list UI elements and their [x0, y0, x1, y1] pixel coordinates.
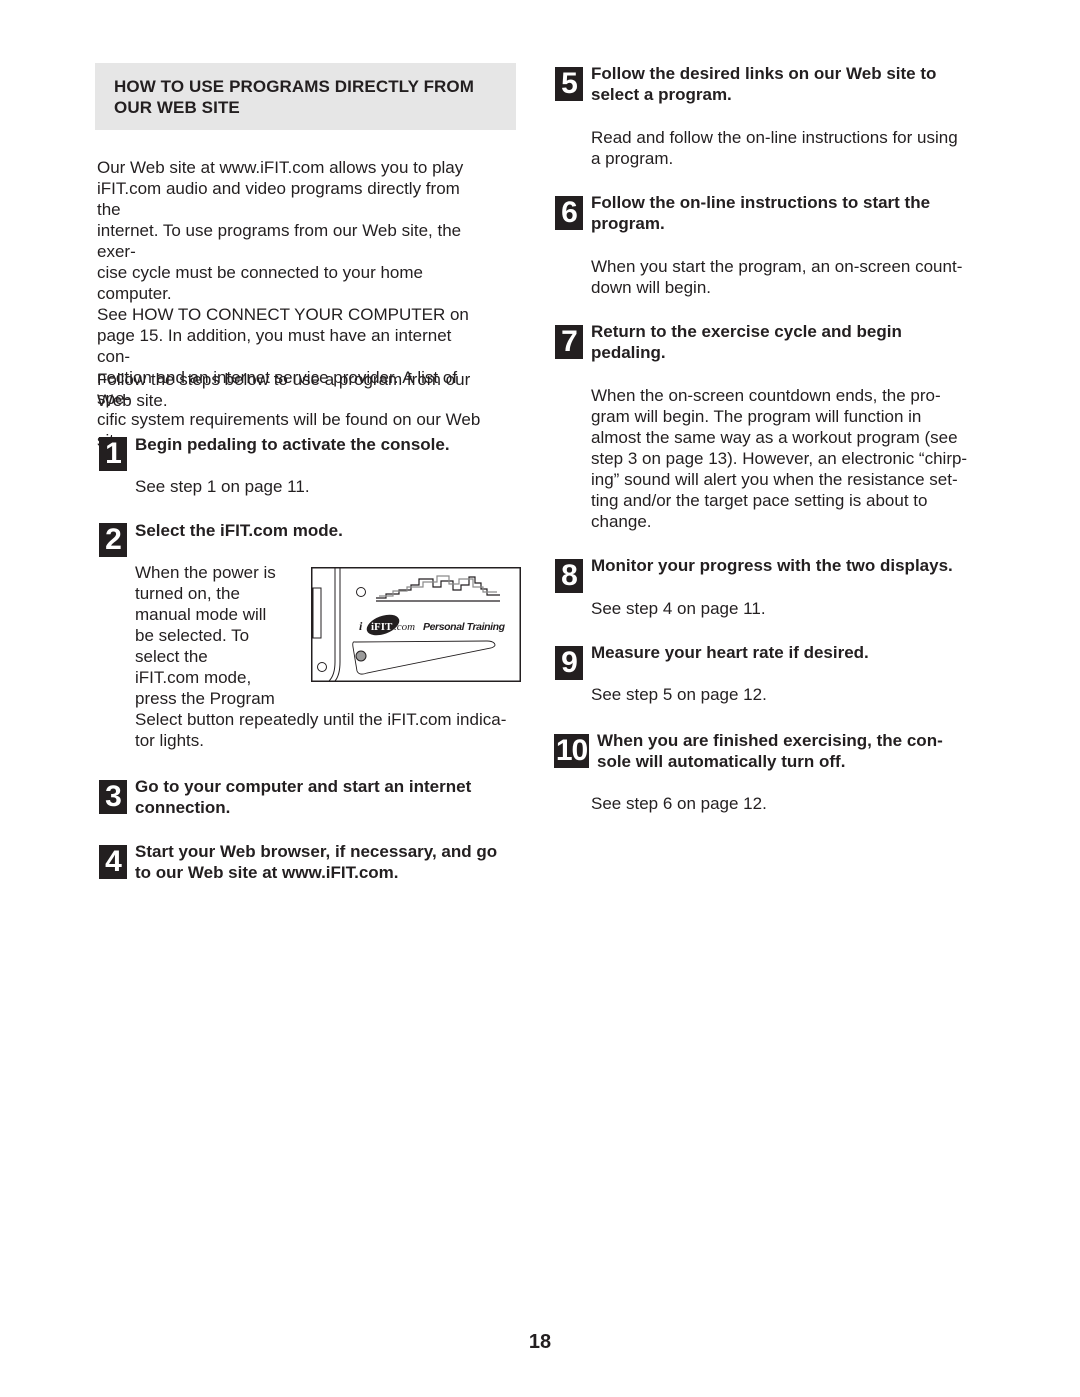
text-line: See HOW TO CONNECT YOUR COMPUTER on	[97, 305, 469, 324]
text-line: Monitor your progress with the two displ…	[591, 556, 953, 575]
section-header-box: HOW TO USE PROGRAMS DIRECTLY FROM OUR WE…	[95, 63, 516, 130]
step-heading: Begin pedaling to activate the console.	[135, 434, 525, 455]
text-line: Go to your computer and start an interne…	[135, 777, 472, 796]
text-line: to our Web site at www.iFIT.com.	[135, 863, 399, 882]
step-heading: Measure your heart rate if desired.	[591, 642, 986, 663]
step-number-badge: 8	[555, 559, 583, 593]
step-heading: Follow the desired links on our Web site…	[591, 63, 986, 105]
text-line: internet. To use programs from our Web s…	[97, 221, 462, 261]
step-body: See step 6 on page 12.	[591, 793, 986, 814]
ifit-logo-text: iFIT	[371, 621, 393, 633]
step-number-badge: 2	[99, 523, 127, 557]
follow-paragraph: Follow the steps below to use a program …	[97, 369, 487, 411]
step-body: When the on-screen countdown ends, the p…	[591, 385, 986, 532]
text-line: See step 5 on page 12.	[591, 685, 767, 704]
step-number-badge: 9	[555, 646, 583, 680]
step-body: See step 5 on page 12.	[591, 684, 986, 705]
text-line: See step 1 on page 11.	[135, 477, 310, 496]
page-number: 18	[528, 1331, 552, 1353]
step-heading: Return to the exercise cycle and begin p…	[591, 321, 986, 363]
text-line: ting and/or the target pace setting is a…	[591, 491, 928, 510]
text-line: Web site.	[97, 391, 168, 410]
step-heading: Select the iFIT.com mode.	[135, 520, 525, 541]
text-line: almost the same way as a workout program…	[591, 428, 958, 447]
text-line: gram will begin. The program will functi…	[591, 407, 922, 426]
step-heading: Start your Web browser, if necessary, an…	[135, 841, 525, 883]
text-line: page 15. In addition, you must have an i…	[97, 326, 452, 366]
text-line: program.	[591, 214, 665, 233]
text-line: Select button repeatedly until the iFIT.…	[135, 710, 507, 729]
text-line: cise cycle must be connected to your hom…	[97, 263, 423, 303]
step-number-badge: 3	[99, 780, 127, 814]
text-line: See step 6 on page 12.	[591, 794, 767, 813]
text-line: ing” sound will alert you when the resis…	[591, 470, 958, 489]
indicator-light-icon	[317, 662, 327, 672]
step-number-badge: 10	[554, 734, 589, 768]
text-line: See step 4 on page 11.	[591, 599, 766, 618]
text-line: sole will automatically turn off.	[597, 752, 846, 771]
step-number-badge: 7	[555, 325, 583, 359]
step-number-badge: 6	[555, 196, 583, 230]
text-line: press the Program	[135, 689, 275, 708]
step-number-badge: 5	[555, 67, 583, 101]
step-heading: Follow the on-line instructions to start…	[591, 192, 986, 234]
text-line: down will begin.	[591, 278, 712, 297]
program-select-button-icon	[355, 650, 367, 662]
text-line: pedaling.	[591, 343, 666, 362]
text-line: select a program.	[591, 85, 732, 104]
text-line: When you start the program, an on-screen…	[591, 257, 963, 276]
indicator-light-icon	[356, 587, 366, 597]
text-line: cific system requirements will be found …	[97, 410, 481, 429]
step-body: When you start the program, an on-screen…	[591, 256, 986, 298]
step-number-badge: 1	[99, 437, 127, 471]
text-line: Measure your heart rate if desired.	[591, 643, 869, 662]
text-line: When you are finished exercising, the co…	[597, 731, 943, 750]
text-line: Select the iFIT.com mode.	[135, 521, 343, 540]
text-line: Follow the desired links on our Web site…	[591, 64, 937, 83]
ifit-logo-suffix: .com	[394, 621, 415, 633]
personal-training-label: Personal Training	[423, 621, 506, 633]
console-illustration: i iFIT .com Personal Training	[311, 567, 521, 682]
text-line: change.	[591, 512, 652, 531]
text-line: Follow the on-line instructions to start…	[591, 193, 931, 212]
step-body: See step 4 on page 11.	[591, 598, 986, 619]
text-line: When the on-screen countdown ends, the p…	[591, 386, 941, 405]
text-line: tor lights.	[135, 731, 204, 750]
step-body: Read and follow the on-line instructions…	[591, 127, 986, 169]
text-line: a program.	[591, 149, 674, 168]
text-line: Begin pedaling to activate the console.	[135, 435, 450, 454]
text-line: connection.	[135, 798, 231, 817]
step-heading: Monitor your progress with the two displ…	[591, 555, 986, 576]
text-line: Return to the exercise cycle and begin	[591, 322, 902, 341]
text-line: Start your Web browser, if necessary, an…	[135, 842, 498, 861]
step-heading: Go to your computer and start an interne…	[135, 776, 525, 818]
text-line: Follow the steps below to use a program …	[97, 370, 471, 389]
text-line: step 3 on page 13). However, an electron…	[591, 449, 968, 468]
text-line: Read and follow the on-line instructions…	[591, 128, 958, 147]
text-line: Our Web site at www.iFIT.com allows you …	[97, 158, 464, 177]
section-title: HOW TO USE PROGRAMS DIRECTLY FROM OUR WE…	[114, 77, 475, 117]
step-body: See step 1 on page 11.	[135, 476, 525, 497]
text-line: iFIT.com audio and video programs direct…	[97, 179, 460, 219]
step-number-badge: 4	[99, 845, 127, 879]
step-heading: When you are finished exercising, the co…	[597, 730, 992, 772]
